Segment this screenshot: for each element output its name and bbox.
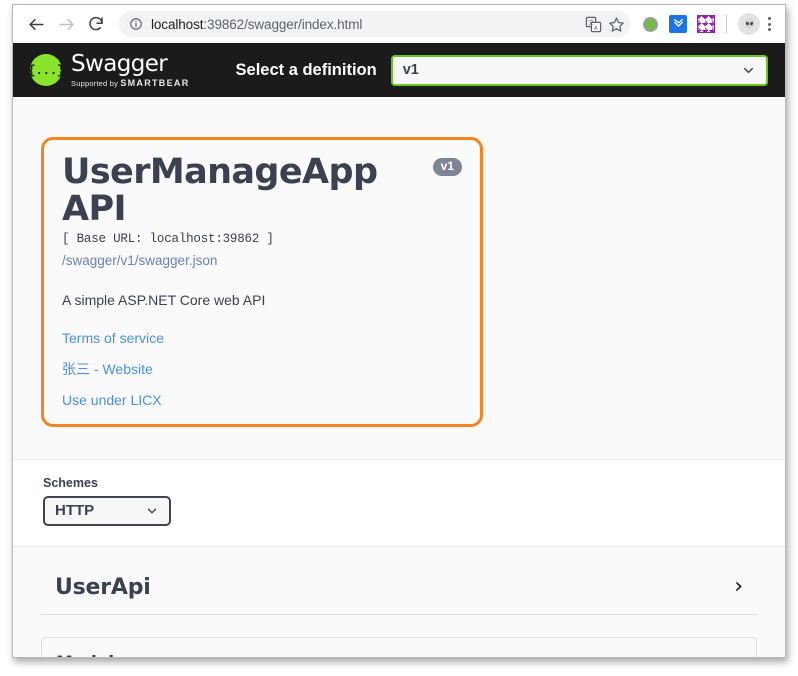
reload-icon	[89, 16, 103, 31]
chevron-right-icon[interactable]: ›	[734, 576, 743, 598]
svg-text:A: A	[594, 26, 598, 32]
browser-menu-button[interactable]	[762, 17, 777, 31]
svg-text:文: 文	[588, 18, 594, 26]
swagger-braces-icon: {...}	[28, 54, 65, 86]
back-button[interactable]	[21, 9, 51, 39]
swagger-logo-glyph: {...}	[28, 62, 65, 78]
url-text: localhost:39862/swagger/index.html	[151, 17, 579, 32]
definition-select-value: v1	[402, 62, 419, 78]
browser-window: localhost:39862/swagger/index.html 文 A {…	[12, 4, 786, 658]
api-title-text: UserManageApp API	[62, 152, 378, 229]
avatar[interactable]	[736, 11, 762, 37]
swagger-ui-body: UserManageApp API v1 [ Base URL: localho…	[13, 97, 785, 658]
api-version-badge: v1	[432, 158, 462, 176]
url-host: localhost	[151, 16, 204, 32]
definition-select[interactable]: v1	[390, 54, 768, 86]
api-info-highlight-box: UserManageApp API v1 [ Base URL: localho…	[41, 137, 483, 427]
forward-button[interactable]	[51, 9, 81, 39]
tag-name: UserApi	[55, 574, 151, 600]
reload-button[interactable]	[81, 9, 111, 39]
models-title: Models	[56, 653, 124, 658]
address-bar[interactable]: localhost:39862/swagger/index.html 文 A	[119, 11, 631, 37]
select-definition-label: Select a definition	[235, 60, 377, 79]
schemes-label: Schemes	[43, 475, 98, 490]
chevron-down-icon	[673, 18, 683, 27]
terms-of-service-link[interactable]: Terms of service	[62, 330, 462, 346]
alien-icon	[744, 17, 754, 29]
chevron-right-icon[interactable]: ›	[733, 651, 742, 657]
toolbar-divider	[726, 15, 727, 33]
api-description: A simple ASP.NET Core web API	[62, 291, 266, 308]
smartbear-brand: SMARTBEAR	[120, 77, 190, 88]
tag-section-userapi[interactable]: UserApi ›	[41, 565, 757, 615]
browser-toolbar: localhost:39862/swagger/index.html 文 A	[13, 5, 785, 43]
page-title: UserManageApp API v1	[62, 154, 462, 228]
forward-arrow-icon	[58, 18, 74, 30]
contact-website-link[interactable]: 张三 - Website	[62, 359, 462, 379]
url-path: :39862/swagger/index.html	[203, 16, 363, 32]
extension-green-icon[interactable]	[637, 11, 663, 37]
swagger-logo[interactable]: {...} Swagger Supported by SMARTBEAR	[28, 50, 190, 88]
swagger-topbar: {...} Swagger Supported by SMARTBEAR Sel…	[13, 43, 785, 97]
api-info-section: UserManageApp API v1 [ Base URL: localho…	[13, 97, 785, 427]
extensions-area	[635, 11, 777, 37]
extension-blue-icon[interactable]	[665, 11, 691, 37]
translate-icon[interactable]: 文 A	[585, 16, 602, 33]
swagger-supported-by: Supported by SMARTBEAR	[71, 77, 190, 88]
schemes-section: Schemes HTTP	[13, 458, 785, 547]
operations-area: UserApi › Models › willingtolove	[13, 547, 785, 658]
base-url-text: [ Base URL: localhost:39862 ]	[62, 231, 274, 246]
swagger-wordmark: Swagger	[71, 50, 168, 77]
license-link[interactable]: Use under LICX	[62, 392, 462, 408]
extension-purple-icon[interactable]	[693, 11, 719, 37]
schemes-select-value: HTTP	[55, 502, 95, 519]
swagger-json-link[interactable]: /swagger/v1/swagger.json	[62, 253, 462, 268]
chevron-down-icon	[744, 67, 753, 73]
bookmark-star-icon[interactable]	[608, 16, 625, 33]
models-section[interactable]: Models ›	[41, 636, 757, 658]
schemes-select[interactable]: HTTP	[43, 495, 171, 526]
site-info-icon[interactable]	[129, 17, 143, 31]
chevron-down-icon	[147, 508, 157, 513]
back-arrow-icon	[28, 18, 44, 30]
